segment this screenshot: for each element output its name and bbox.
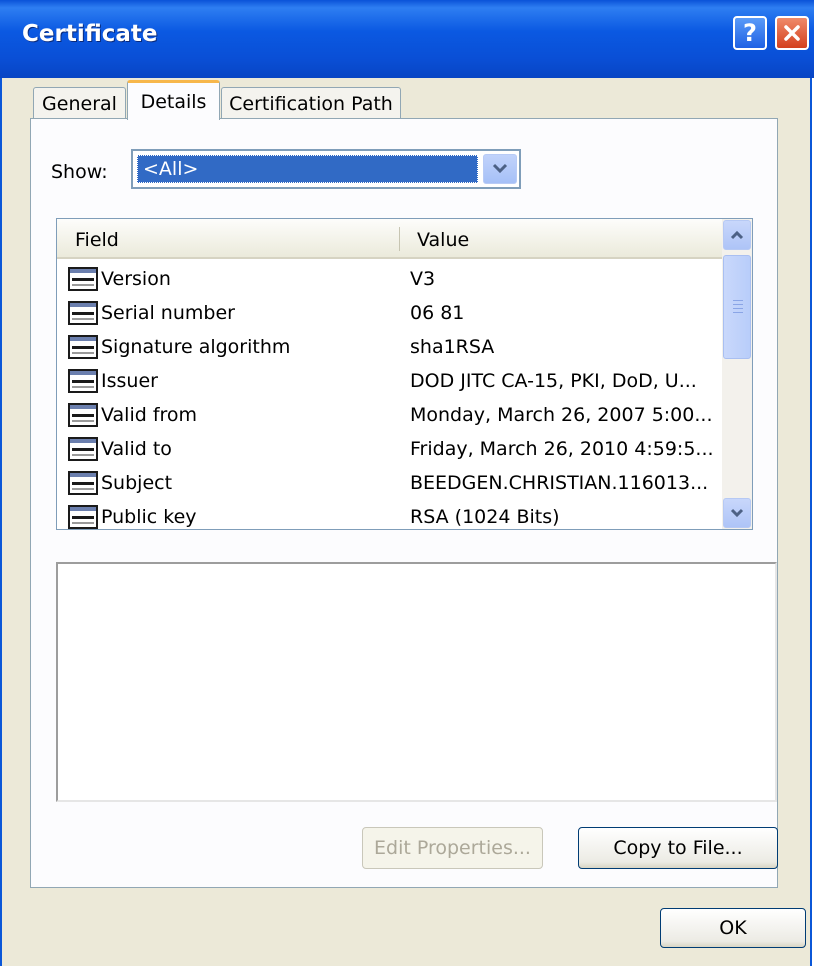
scroll-thumb[interactable]: [723, 255, 751, 359]
row-field: Serial number: [101, 302, 235, 324]
column-header-field[interactable]: Field: [75, 229, 119, 251]
certificate-fields-list[interactable]: Field Value Version V3 Serial number 06 81 S…: [56, 218, 753, 530]
list-item[interactable]: Valid from Monday, March 26, 2007 5:00...: [57, 398, 743, 432]
row-value: RSA (1024 Bits): [410, 506, 560, 528]
copy-to-file-label: Copy to File...: [613, 837, 743, 859]
tab-details-label: Details: [140, 90, 207, 113]
title-bar: Certificate ?: [0, 0, 814, 78]
help-button[interactable]: ?: [733, 16, 767, 50]
row-field: Issuer: [101, 370, 158, 392]
chevron-up-icon: [730, 230, 744, 240]
list-item[interactable]: Subject BEEDGEN.CHRISTIAN.116013...: [57, 466, 743, 500]
list-item[interactable]: Public key RSA (1024 Bits): [57, 500, 743, 529]
chevron-down-icon: [492, 163, 508, 174]
row-field: Valid to: [101, 438, 172, 460]
row-value: sha1RSA: [410, 336, 495, 358]
row-value: V3: [410, 268, 436, 290]
show-dropdown[interactable]: <All>: [131, 149, 521, 189]
show-label: Show:: [51, 161, 108, 183]
close-icon: [784, 25, 800, 41]
row-value: Friday, March 26, 2010 4:59:5...: [410, 438, 714, 460]
certificate-field-icon: [67, 436, 99, 462]
certificate-field-icon: [67, 334, 99, 360]
list-header: Field Value: [57, 219, 743, 259]
chevron-down-icon: [730, 508, 744, 518]
ok-label: OK: [719, 917, 747, 939]
certificate-field-icon: [67, 504, 99, 529]
certificate-field-icon: [67, 368, 99, 394]
row-value: 06 81: [410, 302, 465, 324]
window-title: Certificate: [22, 21, 158, 47]
list-item[interactable]: Signature algorithm sha1RSA: [57, 330, 743, 364]
row-value: DOD JITC CA-15, PKI, DoD, U...: [410, 370, 697, 392]
tab-general-label: General: [42, 92, 117, 115]
show-dropdown-value: <All>: [137, 155, 478, 183]
row-value: Monday, March 26, 2007 5:00...: [410, 404, 713, 426]
row-field: Subject: [101, 472, 173, 494]
help-icon: ?: [743, 19, 757, 47]
list-item[interactable]: Issuer DOD JITC CA-15, PKI, DoD, U...: [57, 364, 743, 398]
ok-button[interactable]: OK: [660, 908, 806, 948]
list-item[interactable]: Valid to Friday, March 26, 2010 4:59:5...: [57, 432, 743, 466]
tab-details[interactable]: Details: [127, 80, 220, 120]
tab-certification-path-label: Certification Path: [229, 92, 393, 115]
dropdown-button[interactable]: [483, 154, 517, 184]
certificate-field-icon: [67, 266, 99, 292]
certificate-field-icon: [67, 470, 99, 496]
certificate-field-icon: [67, 402, 99, 428]
row-value: BEEDGEN.CHRISTIAN.116013...: [410, 472, 709, 494]
column-header-value[interactable]: Value: [417, 229, 469, 251]
dialog-body: General Details Certification Path Show:…: [0, 78, 812, 966]
list-item[interactable]: Version V3: [57, 262, 743, 296]
edit-properties-label: Edit Properties...: [374, 837, 531, 859]
scroll-up-button[interactable]: [723, 220, 751, 250]
tab-certification-path[interactable]: Certification Path: [221, 87, 401, 119]
row-field: Public key: [101, 506, 197, 528]
details-panel: Show: <All> Field Value Version V3 Serial …: [30, 118, 778, 888]
tab-general[interactable]: General: [33, 87, 126, 119]
row-field: Signature algorithm: [101, 336, 291, 358]
column-divider[interactable]: [399, 227, 400, 251]
scroll-down-button[interactable]: [723, 498, 751, 528]
list-item[interactable]: Serial number 06 81: [57, 296, 743, 330]
certificate-field-icon: [67, 300, 99, 326]
edit-properties-button[interactable]: Edit Properties...: [362, 827, 543, 869]
copy-to-file-button[interactable]: Copy to File...: [578, 827, 778, 869]
close-button[interactable]: [775, 16, 809, 50]
field-detail-box[interactable]: [56, 562, 777, 802]
vertical-scrollbar[interactable]: [722, 219, 752, 529]
row-field: Valid from: [101, 404, 198, 426]
row-field: Version: [101, 268, 171, 290]
